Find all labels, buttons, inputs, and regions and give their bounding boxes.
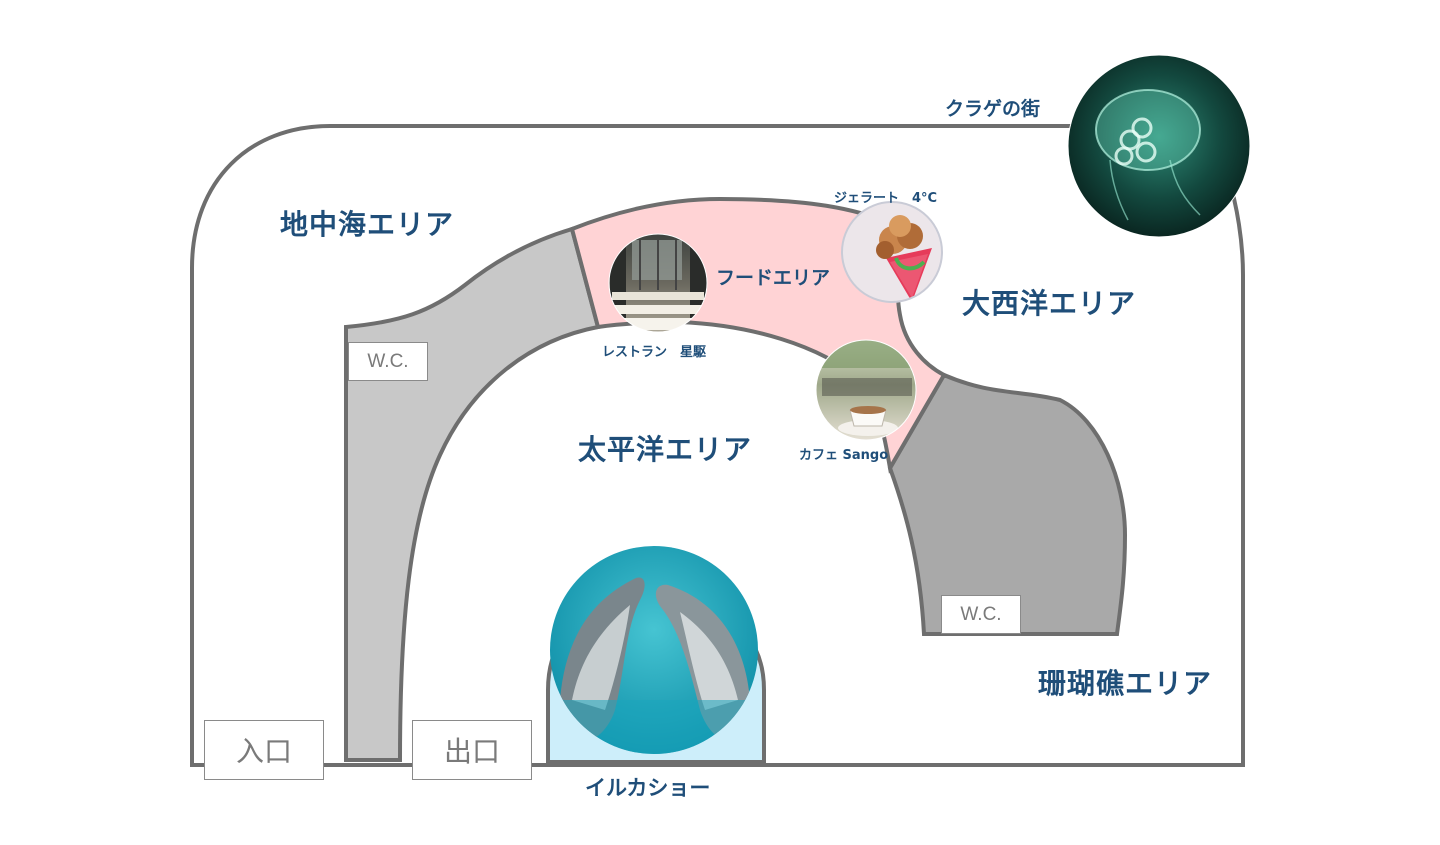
mediterranean-area-label: 地中海エリア (280, 208, 455, 241)
dolphin-show-label: イルカショー (585, 776, 711, 800)
wc-right[interactable]: W.C. (941, 595, 1021, 634)
entrance-box[interactable]: 入口 (204, 720, 324, 780)
restaurant-label: レストラン 星駆 (602, 345, 707, 360)
atlantic-area-label: 大西洋エリア (962, 287, 1137, 320)
gelato-label: ジェラート 4°C (834, 191, 938, 206)
pacific-area-label: 太平洋エリア (578, 433, 753, 466)
food-area-label: フードエリア (716, 267, 831, 289)
coral-reef-area-label: 珊瑚礁エリア (1038, 667, 1213, 700)
wc-left[interactable]: W.C. (348, 342, 428, 381)
exit-box[interactable]: 出口 (412, 720, 532, 780)
aquarium-floor-map (190, 54, 1251, 767)
cafe-label: カフェ Sango (799, 448, 889, 463)
jellyfish-label: クラゲの街 (945, 98, 1041, 120)
